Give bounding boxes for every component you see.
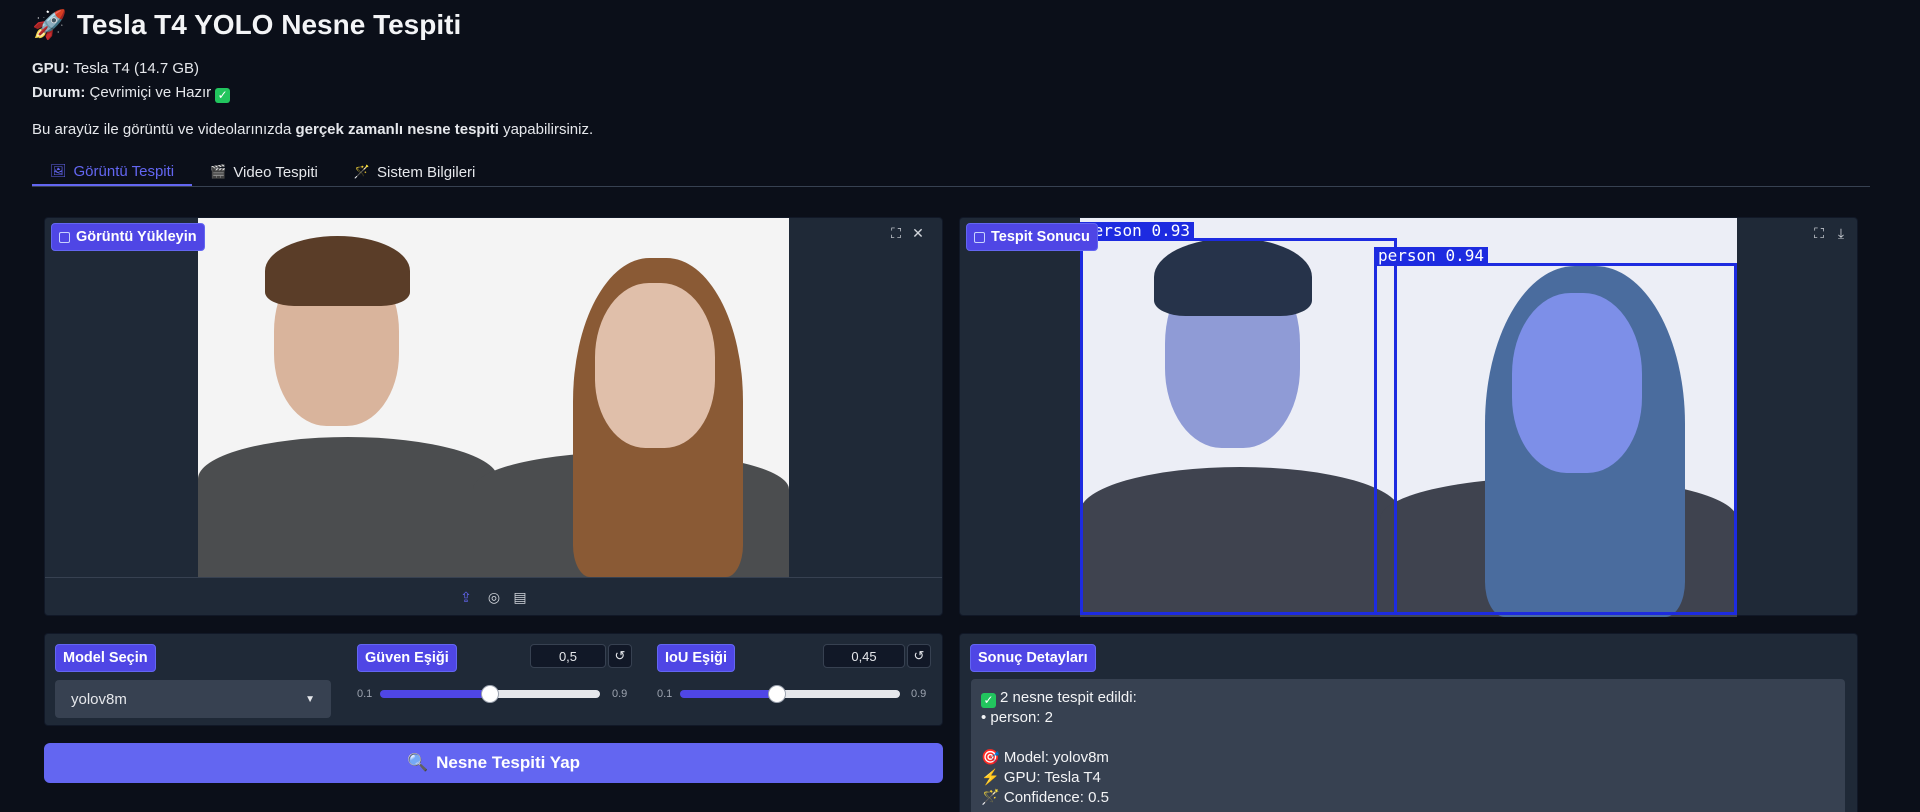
detail-line: ✓ 2 nesne tespit edildi: <box>981 688 1835 708</box>
slider-thumb[interactable] <box>767 685 786 703</box>
bbox-person-1: person 0.93 <box>1080 222 1397 615</box>
gpu-info: GPU: Tesla T4 (14.7 GB) <box>32 60 200 77</box>
upload-label: Görüntü Yükleyin <box>51 223 205 251</box>
result-label: Tespit Sonucu <box>966 223 1098 251</box>
magnifier-icon: 🔍 <box>406 753 429 772</box>
tab-bar: 🖼 Görüntü Tespiti 🎬 Video Tespiti 🪄 Sist… <box>32 158 1870 187</box>
wand-icon: 🪄 <box>981 789 1000 806</box>
upload-icon[interactable]: ⇪ <box>456 587 476 607</box>
iou-max: 0.9 <box>911 688 927 700</box>
page-title: 🚀 Tesla T4 YOLO Nesne Tespiti <box>32 8 462 41</box>
chevron-down-icon: ▼ <box>305 693 315 705</box>
tab-video-detection[interactable]: 🎬 Video Tespiti <box>192 158 336 186</box>
webcam-icon[interactable]: ◎ <box>484 587 504 607</box>
download-icon[interactable]: ⤓ <box>1831 223 1851 243</box>
confidence-min: 0.1 <box>357 688 373 700</box>
slider-thumb[interactable] <box>481 685 499 703</box>
controls-panel: Model Seçin yolov8m ▼ Güven Eşiği 0,5 ↺ … <box>44 633 943 726</box>
model-select[interactable]: yolov8m ▼ <box>55 680 331 718</box>
checkmark-icon: ✓ <box>981 693 996 708</box>
image-upload-panel[interactable]: Görüntü Yükleyin ⛶ ✕ ⇪ ◎ ▤ <box>44 217 943 616</box>
fullscreen-icon[interactable]: ⛶ <box>1809 223 1829 243</box>
result-details-text: ✓ 2 nesne tespit edildi: • person: 2 🎯 Mo… <box>971 679 1845 812</box>
iou-slider[interactable] <box>680 685 900 703</box>
detail-line: 🪄 Confidence: 0.5 <box>981 789 1109 806</box>
result-image-panel: person 0.93 person 0.94 Tespit Sonucu ⛶ … <box>959 217 1858 617</box>
film-icon: 🎬 <box>210 164 227 179</box>
frame-icon: 🖼 <box>50 163 67 178</box>
rocket-icon: 🚀 <box>32 9 67 40</box>
description: Bu arayüz ile görüntü ve videolarınızda … <box>32 121 594 138</box>
run-detection-button[interactable]: 🔍 Nesne Tespiti Yap <box>44 743 943 783</box>
details-label: Sonuç Detayları <box>970 644 1096 672</box>
uploaded-image <box>198 218 789 577</box>
tab-system-info[interactable]: 🪄 Sistem Bilgileri <box>336 158 494 186</box>
tab-image-detection[interactable]: 🖼 Görüntü Tespiti <box>32 158 193 186</box>
checkmark-icon: ✓ <box>215 88 231 103</box>
wand-icon: 🪄 <box>353 164 371 179</box>
confidence-input[interactable]: 0,5 <box>530 644 606 668</box>
lightning-icon: ⚡ <box>981 769 1000 786</box>
confidence-slider[interactable] <box>380 685 600 703</box>
model-label: Model Seçin <box>55 644 156 672</box>
detail-line <box>981 728 1835 748</box>
target-icon: 🎯 <box>981 749 1000 766</box>
clipboard-icon[interactable]: ▤ <box>510 587 530 607</box>
image-icon <box>59 231 70 243</box>
bbox-label-2: person 0.94 <box>1374 247 1488 264</box>
detail-line: • person: 2 <box>981 709 1053 726</box>
iou-input[interactable]: 0,45 <box>823 644 905 668</box>
iou-label: IoU Eşiği <box>657 644 736 672</box>
bbox-person-2: person 0.94 <box>1374 247 1737 615</box>
close-icon[interactable]: ✕ <box>908 223 928 243</box>
detail-line: 🎯 Model: yolov8m <box>981 749 1109 766</box>
iou-min: 0.1 <box>657 688 673 700</box>
reset-icon[interactable]: ↺ <box>907 644 931 668</box>
status-info: Durum: Çevrimiçi ve Hazır ✓ <box>32 84 231 103</box>
confidence-max: 0.9 <box>612 688 628 700</box>
fullscreen-icon[interactable]: ⛶ <box>886 223 906 243</box>
result-image: person 0.93 person 0.94 <box>1080 218 1737 617</box>
image-icon <box>974 231 985 243</box>
reset-icon[interactable]: ↺ <box>608 644 632 668</box>
detail-line: ⚡ GPU: Tesla T4 <box>981 769 1101 786</box>
confidence-label: Güven Eşiği <box>357 644 457 672</box>
